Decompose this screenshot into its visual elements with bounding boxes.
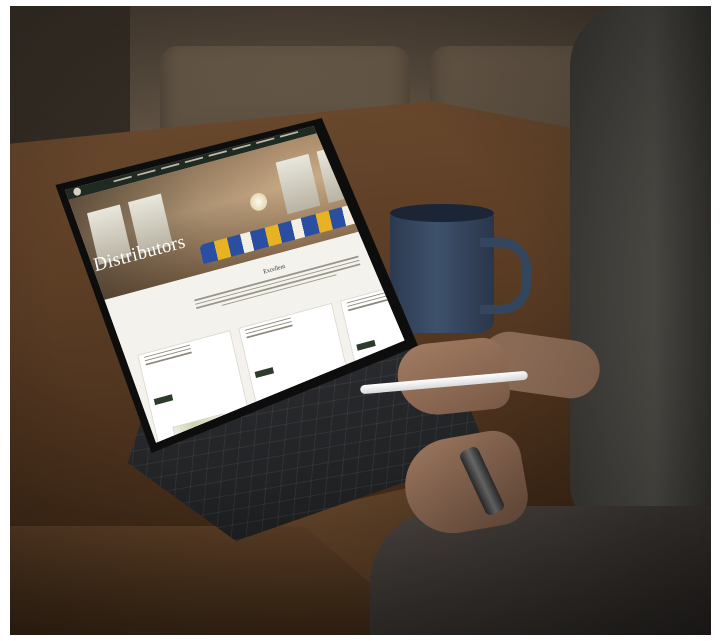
card-button: [153, 394, 174, 406]
card-button: [254, 367, 275, 378]
logo-icon: [72, 186, 82, 197]
hero-window: [275, 153, 321, 215]
card-button: [355, 339, 376, 351]
coffee-mug-rim: [390, 204, 494, 222]
photo-scene: Distributors Excellent: [10, 6, 711, 635]
person-torso: [570, 6, 711, 526]
person-leg: [370, 506, 711, 635]
hero-lamp: [248, 191, 269, 213]
coffee-mug: [390, 211, 494, 333]
coffee-mug-handle: [480, 238, 531, 314]
